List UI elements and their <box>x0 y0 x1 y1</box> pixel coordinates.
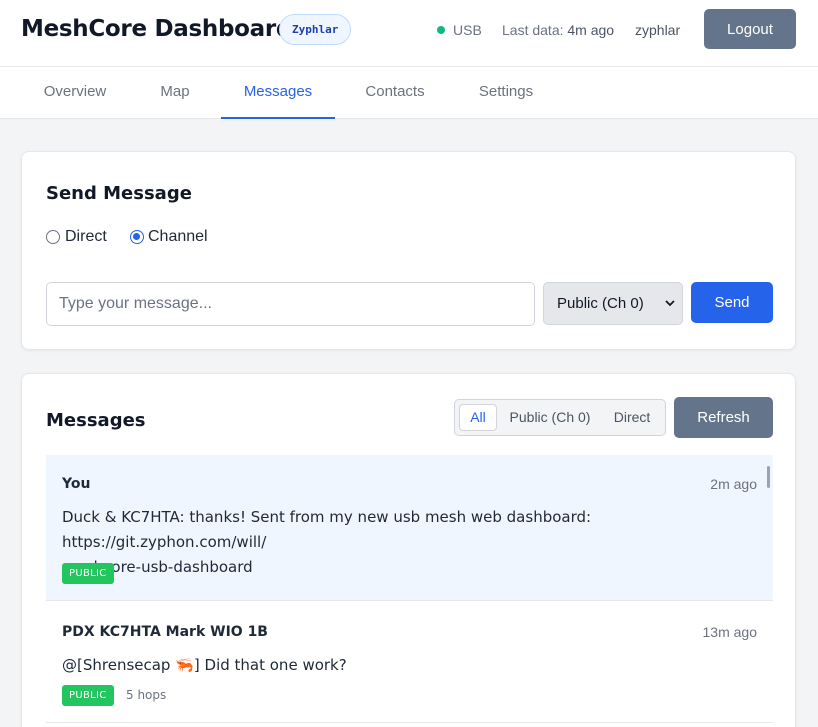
message-sender: PDX KC7HTA Mark WIO 1B <box>62 624 268 640</box>
filter-all[interactable]: All <box>459 404 497 431</box>
main-tabs: Overview Map Messages Contacts Settings <box>0 67 818 119</box>
channel-select-value: Public (Ch 0) <box>557 295 644 312</box>
username: zyphlar <box>635 22 681 38</box>
message-text-line: Duck & KC7HTA: thanks! Sent from my new … <box>62 508 592 551</box>
tab-map[interactable]: Map <box>139 67 211 119</box>
tab-contacts[interactable]: Contacts <box>346 67 444 119</box>
connection-status-dot <box>437 26 445 34</box>
message-input[interactable] <box>46 282 535 326</box>
tab-settings[interactable]: Settings <box>458 67 554 119</box>
messages-title: Messages <box>46 410 146 431</box>
channel-select[interactable]: Public (Ch 0) <box>543 282 683 325</box>
message-item: You 2m ago Duck & KC7HTA: thanks! Sent f… <box>46 455 773 601</box>
last-data-status: Last data: 4m ago <box>502 22 614 38</box>
direct-radio-label[interactable]: Direct <box>65 228 107 246</box>
channel-radio[interactable] <box>130 230 144 244</box>
message-sender: You <box>62 476 91 492</box>
public-tag: PUBLIC <box>62 685 114 706</box>
message-filter-group: All Public (Ch 0) Direct <box>454 399 666 436</box>
message-time: 2m ago <box>710 476 757 492</box>
send-button[interactable]: Send <box>691 282 773 323</box>
tab-messages[interactable]: Messages <box>221 67 335 119</box>
message-item: PDX KC7HTA Mark WIO 1B 13m ago @[Shrense… <box>46 601 773 723</box>
direct-radio[interactable] <box>46 230 60 244</box>
hop-count: 5 hops <box>126 688 167 702</box>
last-data-value: 4m ago <box>567 22 615 38</box>
app-header: MeshCore Dashboard Zyphlar USB Last data… <box>0 0 818 67</box>
send-message-card: Send Message Direct Channel Public (Ch 0… <box>21 151 796 350</box>
send-message-title: Send Message <box>46 183 192 204</box>
last-data-label: Last data: <box>502 22 564 38</box>
chevron-down-icon <box>665 300 675 307</box>
messages-scrollbar[interactable] <box>767 466 770 488</box>
message-text: @[Shrensecap 🦐] Did that one work? <box>62 656 347 674</box>
channel-radio-label[interactable]: Channel <box>148 228 208 246</box>
node-name-badge: Zyphlar <box>279 14 352 45</box>
messages-card: Messages All Public (Ch 0) Direct Refres… <box>21 373 796 727</box>
app-title: MeshCore Dashboard <box>21 16 293 42</box>
connection-type: USB <box>453 22 482 38</box>
message-text: Duck & KC7HTA: thanks! Sent from my new … <box>62 505 762 580</box>
logout-button[interactable]: Logout <box>704 9 796 49</box>
refresh-button[interactable]: Refresh <box>674 397 773 438</box>
public-tag: PUBLIC <box>62 563 114 584</box>
tab-overview[interactable]: Overview <box>23 67 127 119</box>
filter-direct[interactable]: Direct <box>607 404 657 431</box>
filter-public[interactable]: Public (Ch 0) <box>507 404 593 431</box>
message-time: 13m ago <box>702 624 757 640</box>
